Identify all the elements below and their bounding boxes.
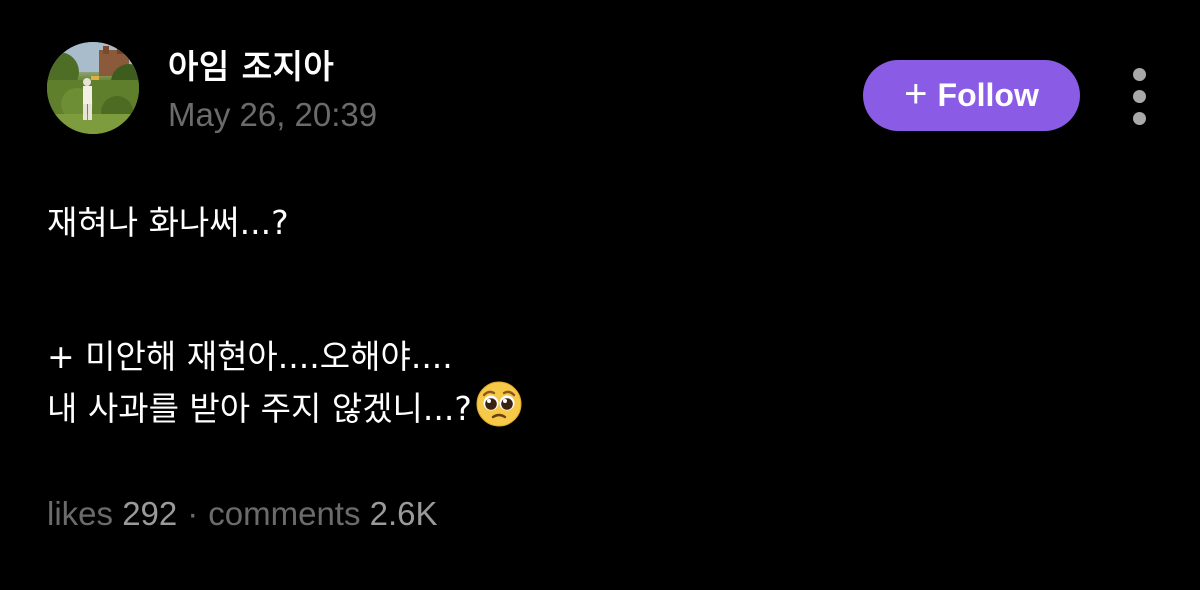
post-stats: likes 292 · comments 2.6K — [47, 495, 438, 533]
post-body-line: 재혀나 화나써...? — [47, 203, 289, 242]
comments-stat[interactable]: comments 2.6K — [208, 495, 437, 532]
more-options-icon-dot — [1133, 90, 1146, 103]
follow-button-label: Follow — [937, 77, 1039, 113]
more-options-icon-dot — [1133, 112, 1146, 125]
post-body-line: + 미안해 재현아....오해야.... — [47, 337, 453, 376]
stats-separator: · — [187, 495, 199, 532]
likes-count: 292 — [122, 495, 178, 532]
pleading-face-icon — [476, 381, 522, 435]
post-card: 아임 조지아 May 26, 20:39 + Follow 재혀나 화나써...… — [0, 0, 1200, 590]
avatar-photo — [47, 42, 139, 134]
plus-icon: + — [904, 71, 928, 116]
avatar[interactable] — [47, 42, 139, 134]
more-options-icon-dot — [1133, 68, 1146, 81]
likes-label: likes — [47, 495, 114, 532]
comments-label: comments — [208, 495, 361, 532]
author-name[interactable]: 아임 조지아 — [168, 40, 334, 88]
follow-button[interactable]: + Follow — [863, 60, 1080, 131]
likes-stat[interactable]: likes 292 — [47, 495, 177, 532]
comments-count: 2.6K — [369, 495, 438, 532]
post-timestamp: May 26, 20:39 — [168, 96, 378, 133]
post-body-line: 내 사과를 받아 주지 않겠니...? — [47, 389, 472, 428]
more-options-button[interactable] — [1124, 66, 1156, 126]
post-body-line-with-emoji: 내 사과를 받아 주지 않겠니...? — [47, 381, 522, 435]
